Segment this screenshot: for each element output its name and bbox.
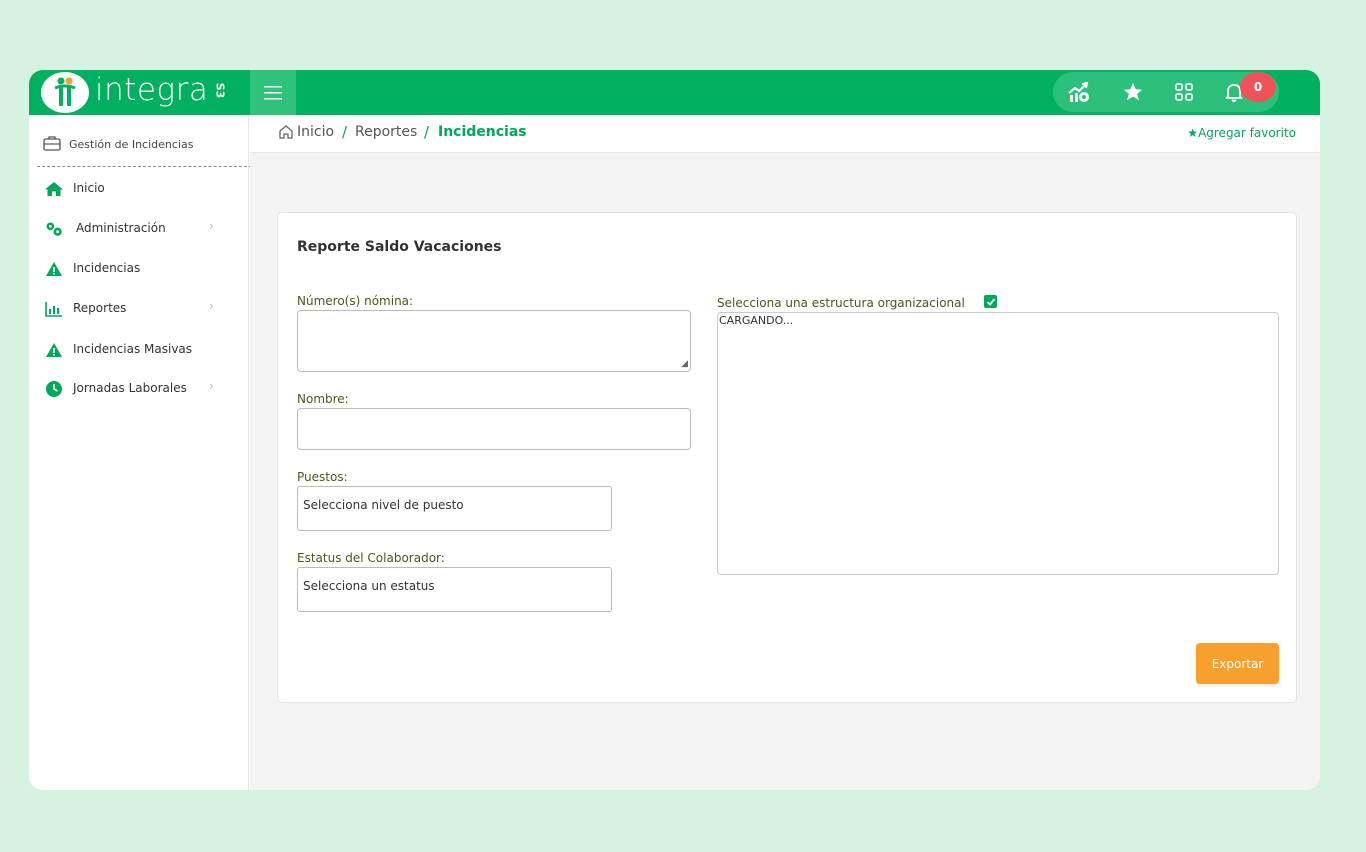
sidebar-item-label: Incidencias: [73, 261, 141, 275]
chevron-right-icon: ›: [209, 299, 214, 313]
home-outline-icon[interactable]: [278, 124, 294, 143]
hamburger-icon: [264, 85, 282, 99]
add-favorite-link[interactable]: ★Agregar favorito: [1187, 126, 1296, 140]
gears-icon: [44, 220, 64, 238]
sidebar-item-label: Reportes: [73, 301, 127, 315]
bar-chart-icon: [44, 300, 64, 318]
sidebar-item-jornadas-laborales[interactable]: Jornadas Laborales ›: [29, 371, 249, 407]
star-icon: ★: [1187, 126, 1199, 140]
logo-badge: [41, 72, 89, 113]
sidebar-item-administracion[interactable]: Administración ›: [29, 211, 249, 247]
growth-chart-button[interactable]: [1066, 80, 1092, 104]
breadcrumb-separator: /: [342, 123, 348, 141]
brand-logo[interactable]: integra S3: [29, 70, 249, 115]
breadcrumb-separator: /: [424, 123, 430, 141]
main-content: Inicio / Reportes / Incidencias ★Agregar…: [250, 115, 1320, 790]
warning-icon: [44, 260, 64, 278]
sidebar-item-label: Jornadas Laborales: [73, 381, 187, 395]
breadcrumb-item-reportes[interactable]: Reportes: [355, 124, 417, 140]
org-structure-tree[interactable]: CARGANDO...: [717, 312, 1279, 575]
sidebar-item-label: Administración: [76, 221, 166, 235]
sidebar-item-label: Inicio: [73, 181, 105, 195]
nombre-label: Nombre:: [297, 392, 349, 406]
org-structure-checkbox[interactable]: [984, 295, 997, 308]
favorites-button[interactable]: [1120, 80, 1146, 104]
topbar-actions: 0: [1053, 72, 1279, 112]
notification-count-badge: 0: [1240, 72, 1276, 102]
clock-icon: [44, 380, 64, 398]
breadcrumb: Inicio / Reportes / Incidencias ★Agregar…: [250, 115, 1320, 153]
apps-grid-icon: [1175, 83, 1193, 101]
sidebar: Gestión de Incidencias Inicio Administra…: [29, 115, 257, 790]
nomina-textarea[interactable]: ◢: [297, 310, 691, 372]
star-icon: [1123, 82, 1143, 101]
loading-text: CARGANDO...: [719, 314, 794, 327]
briefcase-icon: [43, 136, 61, 155]
brand-name: integra: [95, 72, 209, 108]
breadcrumb-item-inicio[interactable]: Inicio: [297, 124, 334, 140]
warning-icon: [44, 341, 64, 359]
chevron-right-icon: ›: [209, 219, 214, 233]
sidebar-item-incidencias-masivas[interactable]: Incidencias Masivas: [29, 332, 249, 368]
report-form-card: Reporte Saldo Vacaciones Número(s) nómin…: [277, 212, 1297, 703]
export-button[interactable]: Exportar: [1196, 643, 1279, 684]
puestos-label: Puestos:: [297, 470, 348, 484]
menu-toggle-button[interactable]: [250, 70, 296, 115]
nombre-input[interactable]: [297, 408, 691, 450]
breadcrumb-item-current: Incidencias: [438, 124, 527, 140]
sidebar-header: Gestión de Incidencias: [37, 115, 257, 167]
resize-handle-icon[interactable]: ◢: [681, 359, 688, 369]
top-bar: integra S3 0: [29, 70, 1320, 115]
form-title: Reporte Saldo Vacaciones: [297, 239, 502, 255]
nomina-label: Número(s) nómina:: [297, 294, 414, 308]
apps-button[interactable]: [1171, 80, 1197, 104]
sidebar-item-inicio[interactable]: Inicio: [29, 171, 249, 207]
add-favorite-label: Agregar favorito: [1198, 126, 1296, 140]
estatus-select[interactable]: Selecciona un estatus: [297, 567, 612, 612]
growth-chart-icon: [1068, 81, 1089, 102]
estatus-label: Estatus del Colaborador:: [297, 551, 445, 565]
org-structure-label: Selecciona una estructura organizacional: [717, 296, 965, 310]
home-icon: [44, 180, 64, 198]
chevron-right-icon: ›: [209, 379, 214, 393]
sidebar-item-reportes[interactable]: Reportes ›: [29, 291, 249, 327]
sidebar-item-incidencias[interactable]: Incidencias: [29, 251, 249, 287]
sidebar-item-label: Incidencias Masivas: [73, 342, 193, 356]
sidebar-header-label: Gestión de Incidencias: [69, 138, 194, 151]
app-window: integra S3 0 Gestión de Incidencias Inic…: [29, 70, 1320, 790]
check-icon: [986, 297, 995, 306]
brand-suffix: S3: [213, 82, 227, 99]
puestos-select[interactable]: Selecciona nivel de puesto: [297, 486, 612, 531]
